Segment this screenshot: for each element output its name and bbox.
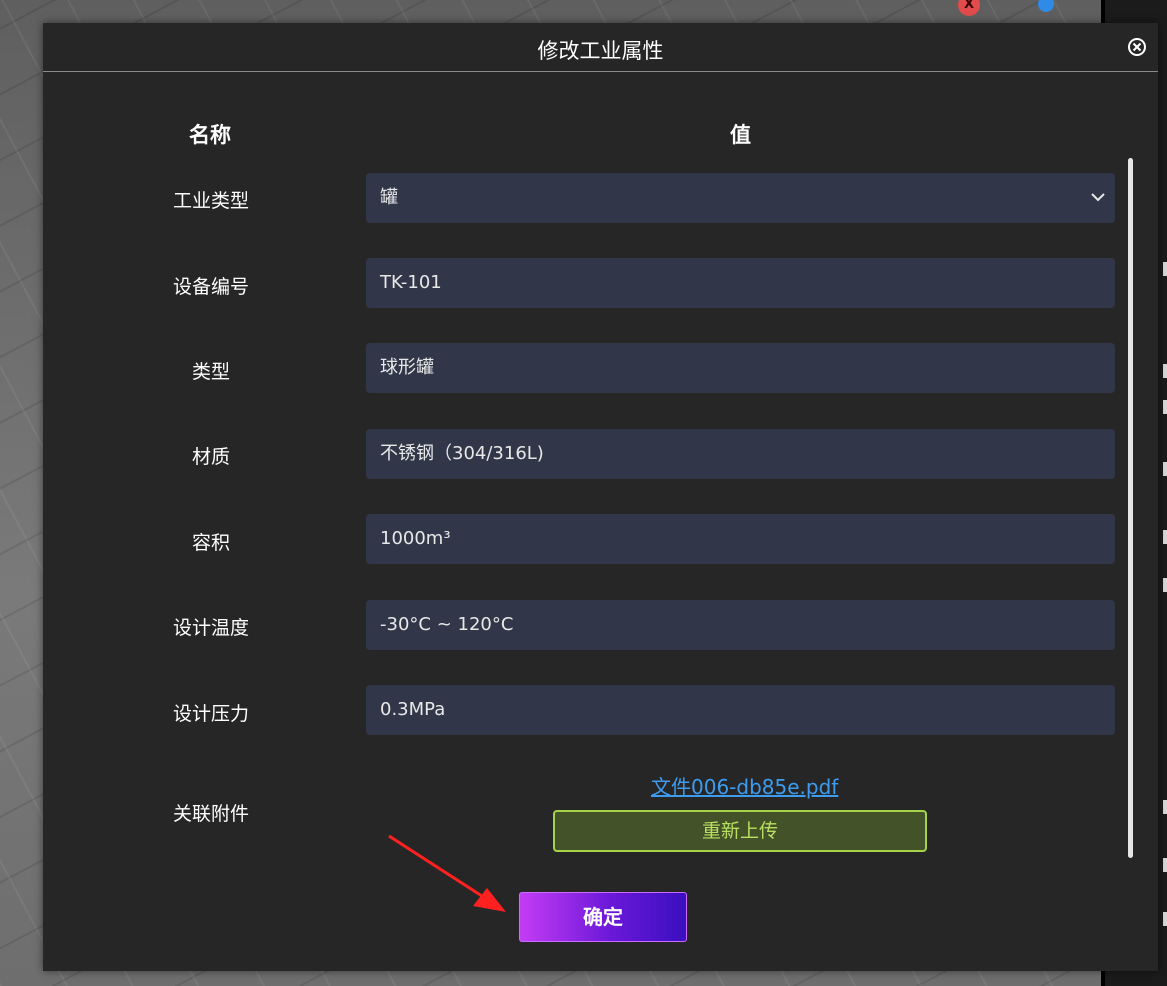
design-pressure-input[interactable]: 0.3MPa [366, 685, 1115, 735]
label-design-temperature: 设计温度 [172, 617, 249, 639]
label-industrial-type: 工业类型 [172, 190, 249, 212]
attachment-file-link[interactable]: 文件006-db85e.pdf [651, 771, 838, 800]
panel-fragment [1163, 462, 1167, 476]
panel-fragment [1163, 364, 1167, 378]
dialog-header: 修改工业属性 [43, 23, 1158, 72]
panel-fragment [1163, 262, 1167, 276]
industrial-type-value: 罐 [380, 187, 398, 208]
label-attachment: 关联附件 [172, 803, 249, 825]
chevron-down-icon [1091, 193, 1105, 202]
annotation-arrow [388, 834, 506, 912]
dialog-title: 修改工业属性 [537, 39, 664, 63]
panel-fragment [1163, 800, 1167, 814]
volume-input[interactable]: 1000m³ [366, 514, 1115, 564]
edit-industrial-properties-dialog: 修改工业属性 名称 值 工业类型 罐 设备编号 TK-101 类型 球形罐 材质… [43, 23, 1158, 971]
type-input[interactable]: 球形罐 [366, 343, 1115, 393]
panel-fragment [1163, 912, 1167, 926]
industrial-type-select[interactable]: 罐 [366, 173, 1115, 223]
close-icon[interactable] [1128, 38, 1146, 56]
scrollbar[interactable] [1128, 158, 1133, 858]
label-material: 材质 [191, 446, 230, 468]
label-type: 类型 [191, 361, 230, 383]
label-volume: 容积 [191, 532, 230, 554]
device-number-input[interactable]: TK-101 [366, 258, 1115, 308]
material-input[interactable]: 不锈钢（304/316L) [366, 429, 1115, 479]
design-temperature-input[interactable]: -30°C ~ 120°C [366, 600, 1115, 650]
column-header-value: 值 [730, 123, 751, 147]
panel-fragment [1163, 400, 1167, 414]
label-design-pressure: 设计压力 [172, 703, 249, 725]
reupload-button[interactable]: 重新上传 [553, 810, 927, 852]
panel-fragment [1163, 530, 1167, 544]
panel-fragment [1163, 858, 1167, 872]
panel-fragment [1163, 578, 1167, 592]
column-header-name: 名称 [189, 123, 231, 147]
confirm-button[interactable]: 确定 [519, 892, 687, 942]
label-device-number: 设备编号 [172, 276, 249, 298]
